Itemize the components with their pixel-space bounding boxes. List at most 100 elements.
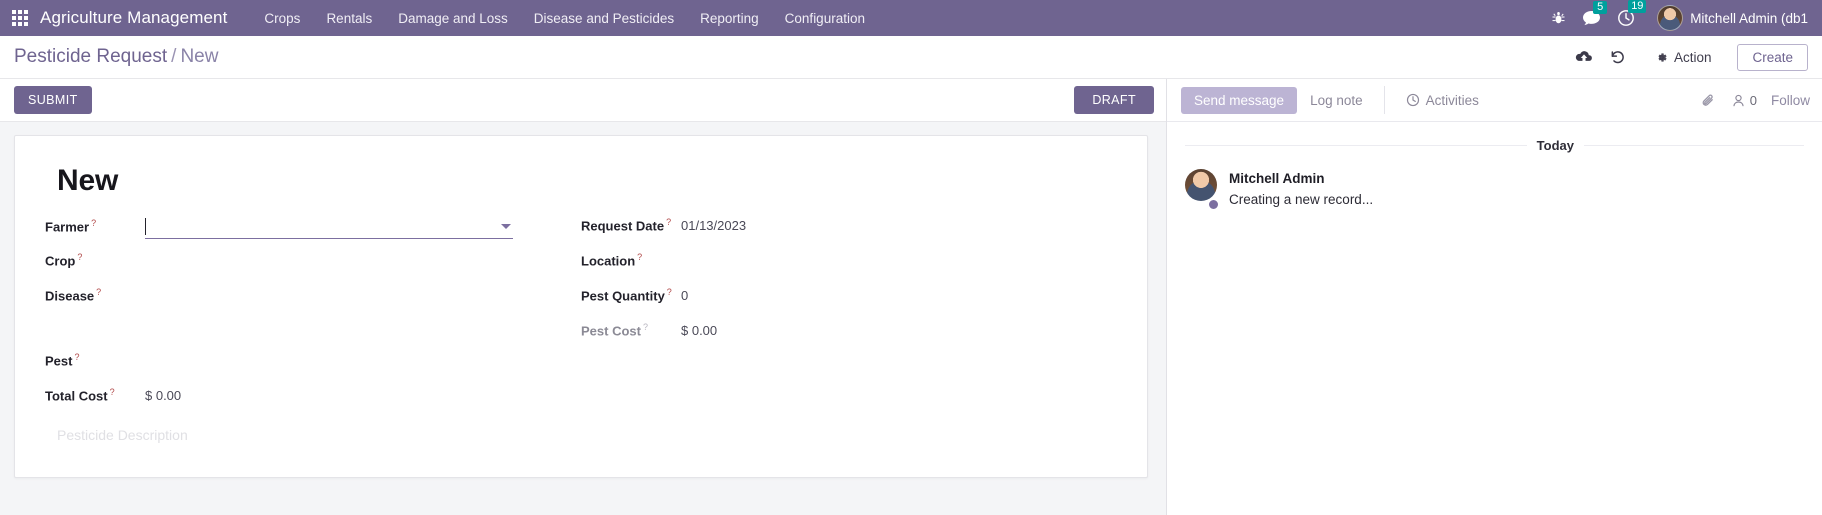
field-value-pest-quantity[interactable]: 0	[681, 285, 1117, 303]
activities-label: Activities	[1425, 92, 1479, 108]
field-tooltip-icon[interactable]: ?	[77, 252, 82, 262]
send-message-button[interactable]: Send message	[1181, 86, 1298, 114]
field-tooltip-icon[interactable]: ?	[91, 218, 96, 228]
field-tooltip-icon[interactable]: ?	[110, 387, 115, 397]
field-tooltip-icon[interactable]: ?	[637, 252, 642, 262]
chevron-down-icon[interactable]	[501, 224, 511, 229]
avatar	[1185, 169, 1217, 201]
message-text: Creating a new record...	[1229, 192, 1374, 207]
field-tooltip-icon[interactable]: ?	[667, 287, 672, 297]
field-request-date: Request Date? 01/13/2023	[581, 214, 1117, 245]
farmer-input[interactable]	[145, 217, 513, 237]
user-icon	[1733, 94, 1744, 106]
create-button[interactable]: Create	[1737, 43, 1808, 71]
field-label-request-date: Request Date?	[581, 214, 681, 233]
action-menu-button[interactable]: Action	[1643, 45, 1724, 70]
field-pest-cost: Pest Cost? $ 0.00	[581, 319, 1117, 350]
form-column-left: Farmer? Crop ? Disease ? Pest ? Total Co…	[45, 214, 581, 419]
menu-crops[interactable]: Crops	[251, 3, 313, 34]
chatter-pane: Send message Log note Activities 0 Follo…	[1166, 79, 1822, 515]
field-value-pest-cost: $ 0.00	[681, 323, 718, 339]
field-crop: Crop?	[45, 249, 561, 280]
field-label-farmer: Farmer?	[45, 215, 145, 234]
message-body: Mitchell Admin Creating a new record...	[1229, 169, 1373, 209]
message-thread: Today Mitchell Admin Creating a new reco…	[1167, 122, 1822, 210]
label-text: Farmer	[45, 219, 90, 235]
field-tooltip-icon[interactable]: ?	[96, 287, 101, 297]
field-tooltip-icon[interactable]: ?	[666, 217, 671, 227]
breadcrumb-current: New	[180, 46, 219, 67]
field-value-location[interactable]	[681, 262, 1117, 265]
action-label: Action	[1673, 49, 1712, 65]
activities-icon[interactable]: 19	[1617, 0, 1647, 27]
presence-status-dot	[1208, 199, 1219, 210]
field-value-disease[interactable]	[145, 297, 561, 300]
breadcrumb-root[interactable]: Pesticide Request	[14, 46, 167, 67]
breadcrumb: Pesticide Request / New	[14, 46, 218, 68]
breadcrumb-separator: /	[171, 46, 177, 67]
message-item: Mitchell Admin Creating a new record...	[1185, 169, 1804, 210]
status-pills: DRAFT	[1074, 86, 1154, 114]
field-value-request-date[interactable]: 01/13/2023	[681, 215, 1117, 233]
field-total-cost: Total Cost? $ 0.00	[45, 384, 561, 415]
label-text: Total Cost	[45, 388, 108, 404]
field-label-pest-cost: Pest Cost?	[581, 319, 681, 338]
field-value-crop[interactable]	[145, 262, 561, 265]
label-text: Disease	[45, 288, 95, 304]
form-pane: SUBMIT DRAFT New Farmer? Crop ? Disease …	[0, 79, 1166, 515]
field-farmer: Farmer?	[45, 214, 561, 245]
bug-icon[interactable]	[1551, 10, 1566, 26]
text-caret	[145, 218, 146, 235]
date-separator: Today	[1185, 138, 1804, 153]
menu-rentals[interactable]: Rentals	[313, 3, 385, 34]
messages-icon[interactable]: 5	[1582, 0, 1608, 27]
field-location: Location?	[581, 249, 1117, 280]
main-content-split: SUBMIT DRAFT New Farmer? Crop ? Disease …	[0, 79, 1822, 515]
discard-changes-button[interactable]	[1601, 42, 1635, 72]
field-value-farmer	[145, 214, 561, 239]
form-sheet: New Farmer? Crop ? Disease ? Pest ? Tota…	[14, 135, 1148, 478]
status-badge-draft[interactable]: DRAFT	[1074, 86, 1154, 114]
menu-configuration[interactable]: Configuration	[772, 3, 878, 34]
user-menu[interactable]: Mitchell Admin (db1	[1657, 5, 1808, 31]
chatter-divider	[1383, 86, 1385, 114]
paperclip-icon	[1702, 94, 1713, 106]
field-columns: Farmer? Crop ? Disease ? Pest ? Total Co…	[45, 214, 1117, 419]
cloud-upload-icon	[1575, 51, 1592, 61]
field-tooltip-icon[interactable]: ?	[74, 352, 79, 362]
label-text: Request Date	[581, 218, 665, 234]
undo-icon	[1612, 51, 1625, 64]
label-text: Pest Quantity	[581, 288, 665, 304]
field-label-disease: Disease?	[45, 284, 145, 303]
clock-icon	[1406, 93, 1419, 107]
menu-damage-and-loss[interactable]: Damage and Loss	[385, 3, 521, 34]
menu-reporting[interactable]: Reporting	[687, 3, 772, 34]
pesticide-description-input[interactable]: Pesticide Description	[57, 427, 1117, 447]
save-record-button[interactable]	[1567, 42, 1601, 72]
app-brand-title[interactable]: Agriculture Management	[40, 8, 227, 28]
field-label-pest: Pest?	[45, 349, 145, 368]
chatter-topbar: Send message Log note Activities 0 Follo…	[1167, 79, 1822, 122]
date-separator-label: Today	[1536, 138, 1574, 153]
attachment-button[interactable]	[1700, 92, 1717, 109]
menu-disease-and-pesticides[interactable]: Disease and Pesticides	[521, 3, 687, 34]
label-text: Pest	[45, 353, 73, 369]
followers-button[interactable]: 0	[1731, 93, 1757, 108]
control-panel: Pesticide Request / New Action Create	[0, 36, 1822, 79]
label-text: Pest Cost	[581, 323, 641, 339]
control-panel-buttons: Action Create	[1567, 42, 1808, 72]
label-text: Location	[581, 253, 636, 269]
farmer-input-wrapper[interactable]	[145, 217, 513, 239]
schedule-activity-button[interactable]: Activities	[1393, 87, 1492, 114]
apps-grid-icon[interactable]	[6, 4, 34, 32]
field-value-pest[interactable]	[145, 362, 561, 365]
field-tooltip-icon[interactable]: ?	[643, 322, 648, 332]
follow-button[interactable]: Follow	[1771, 93, 1810, 108]
field-label-crop: Crop?	[45, 249, 145, 268]
log-note-button[interactable]: Log note	[1297, 87, 1376, 114]
field-spacer	[45, 319, 561, 349]
field-pest: Pest?	[45, 349, 561, 380]
submit-button[interactable]: SUBMIT	[14, 86, 92, 114]
field-label-location: Location?	[581, 249, 681, 268]
messages-count-badge: 5	[1593, 0, 1608, 14]
